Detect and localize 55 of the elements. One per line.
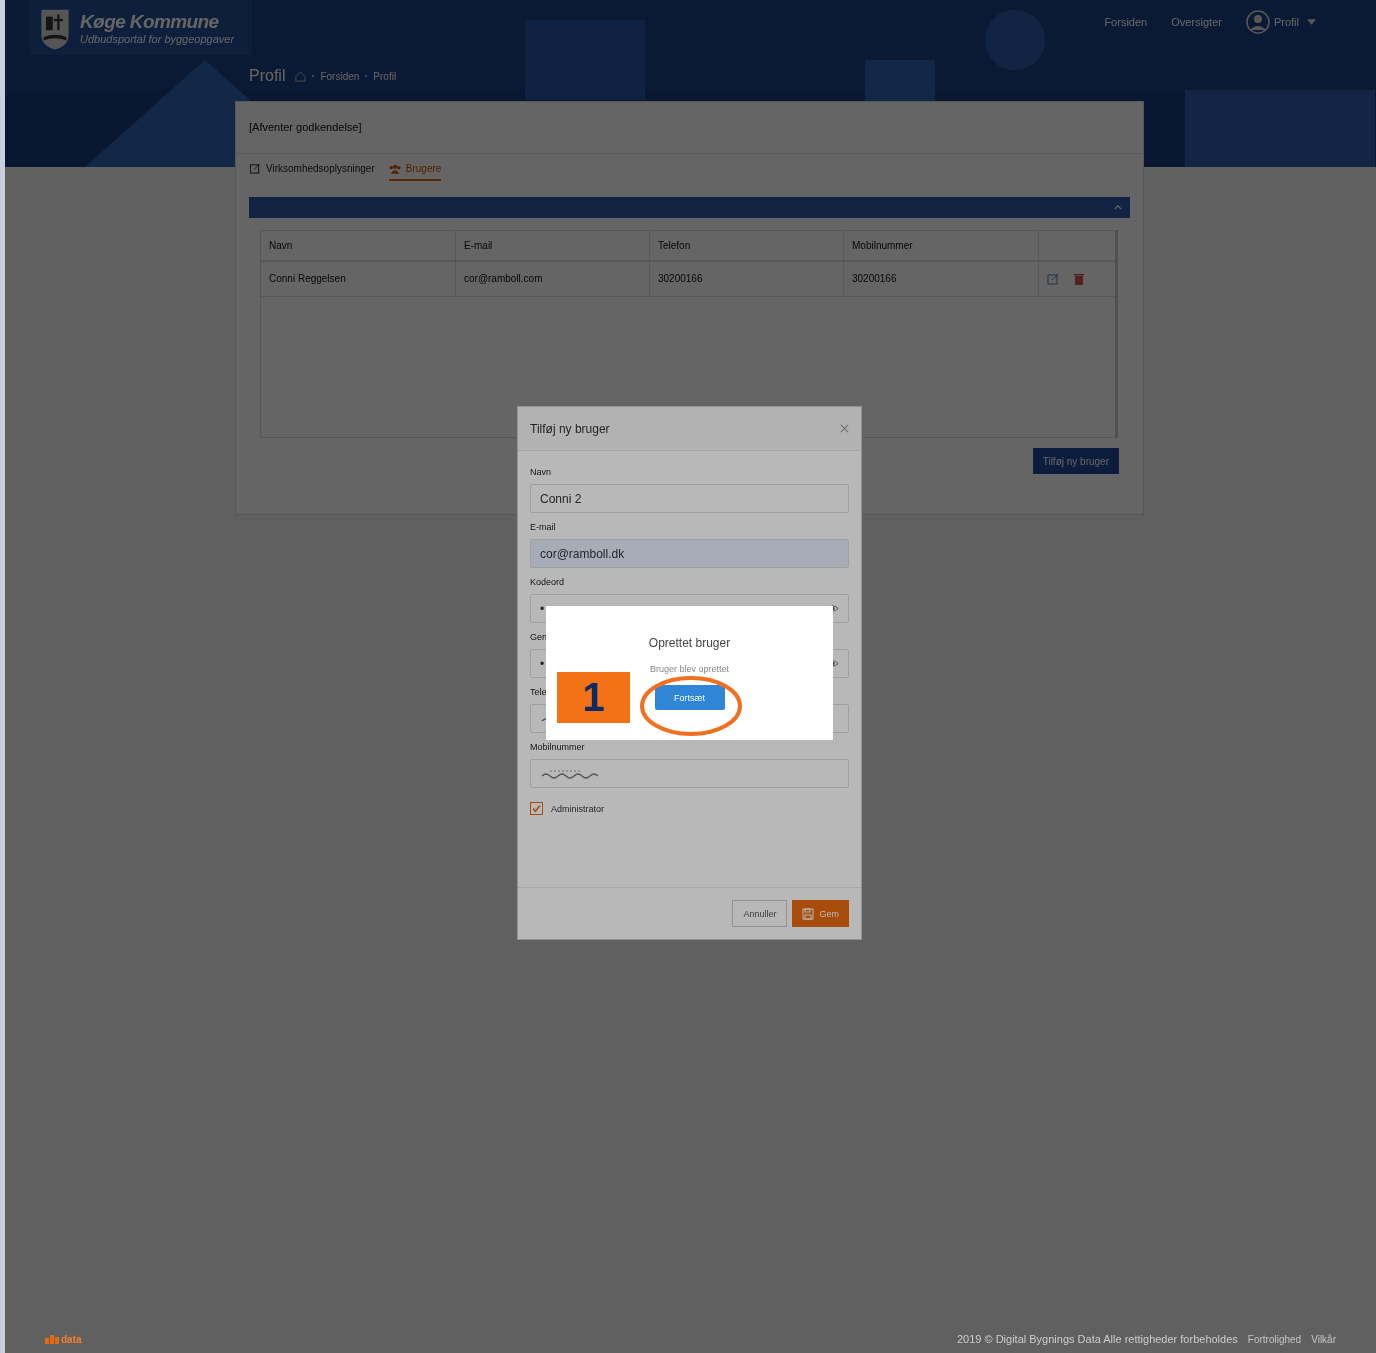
column-header: Telefon [650, 231, 844, 260]
add-user-button[interactable]: Tilføj ny bruger [1032, 448, 1119, 474]
tab[interactable]: Brugere [388, 163, 442, 181]
footer-link[interactable]: Fortrolighed [1247, 1333, 1302, 1345]
column-header: E-mail [456, 231, 650, 260]
logo-panel[interactable]: Køge Kommune Udbudsportal for byggeopgaver [30, 0, 252, 55]
column-header: Mobilnummer [844, 231, 1039, 260]
field-label: Gen [530, 632, 547, 644]
checkbox-label: Administrator [551, 803, 604, 814]
breadcrumb-link[interactable]: Profil [373, 70, 397, 82]
input-field[interactable]: Conni 2 [530, 484, 849, 513]
avatar-icon [1245, 10, 1270, 34]
nav-link[interactable]: Forsiden [1104, 16, 1148, 28]
save-button[interactable]: Gem [792, 900, 849, 927]
input-field[interactable]: cor@ramboll.dk [530, 539, 849, 568]
field-label: Kodeord [530, 577, 565, 589]
field-label: Tele [530, 687, 547, 699]
tab[interactable]: Virksomhedsoplysninger [249, 163, 375, 181]
footer-link[interactable]: Vilkår [1311, 1333, 1336, 1345]
page-title: Profil [249, 67, 286, 85]
step-number-badge: 1 [557, 672, 630, 723]
input-field[interactable] [530, 759, 849, 788]
redacted-text-drawing [540, 768, 600, 779]
field-label: E-mail [530, 522, 556, 534]
logo-subtitle: Udbudsportal for byggeopgaver [80, 32, 235, 45]
cancel-button[interactable]: Annuller [732, 900, 788, 927]
breadcrumb-link[interactable]: Forsiden [320, 70, 360, 82]
users-icon [388, 163, 401, 174]
home-icon[interactable] [295, 70, 307, 82]
trash-icon[interactable] [1073, 273, 1085, 285]
profile-menu[interactable]: Profil [1245, 10, 1316, 34]
continue-button[interactable]: Fortsæt [654, 685, 725, 710]
field-label: Mobilnummer [530, 742, 585, 754]
nav-link[interactable]: Oversigter [1171, 16, 1222, 28]
close-icon[interactable] [840, 424, 849, 433]
dialog-title: Oprettet bruger [648, 636, 731, 650]
dialog-title: Tilføj ny bruger [530, 421, 610, 436]
checkbox[interactable] [530, 802, 543, 815]
table-cell: Conni Reggelsen [261, 262, 456, 296]
dialog-message: Bruger blev oprettet [649, 664, 729, 674]
table-cell: 30200166 [650, 262, 844, 296]
table-cell: 30200166 [844, 262, 1039, 296]
column-header: Navn [261, 231, 456, 260]
logo-title: Køge Kommune [80, 10, 220, 33]
copyright-text: 2019 © Digital Bygnings Data Alle rettigheder forbeholdes [956, 1333, 1238, 1345]
footer-logo[interactable]: data [45, 1333, 82, 1345]
edit-icon[interactable] [1047, 273, 1059, 285]
logo-icon [45, 1334, 59, 1344]
save-icon [802, 907, 815, 920]
field-label: Navn [530, 467, 551, 479]
chevron-up-icon [1114, 205, 1122, 210]
table-cell: cor@ramboll.com [456, 262, 650, 296]
edit-icon [249, 163, 261, 174]
status-text: [Afventer godkendelse] [236, 102, 1143, 154]
caret-icon [1307, 19, 1316, 25]
